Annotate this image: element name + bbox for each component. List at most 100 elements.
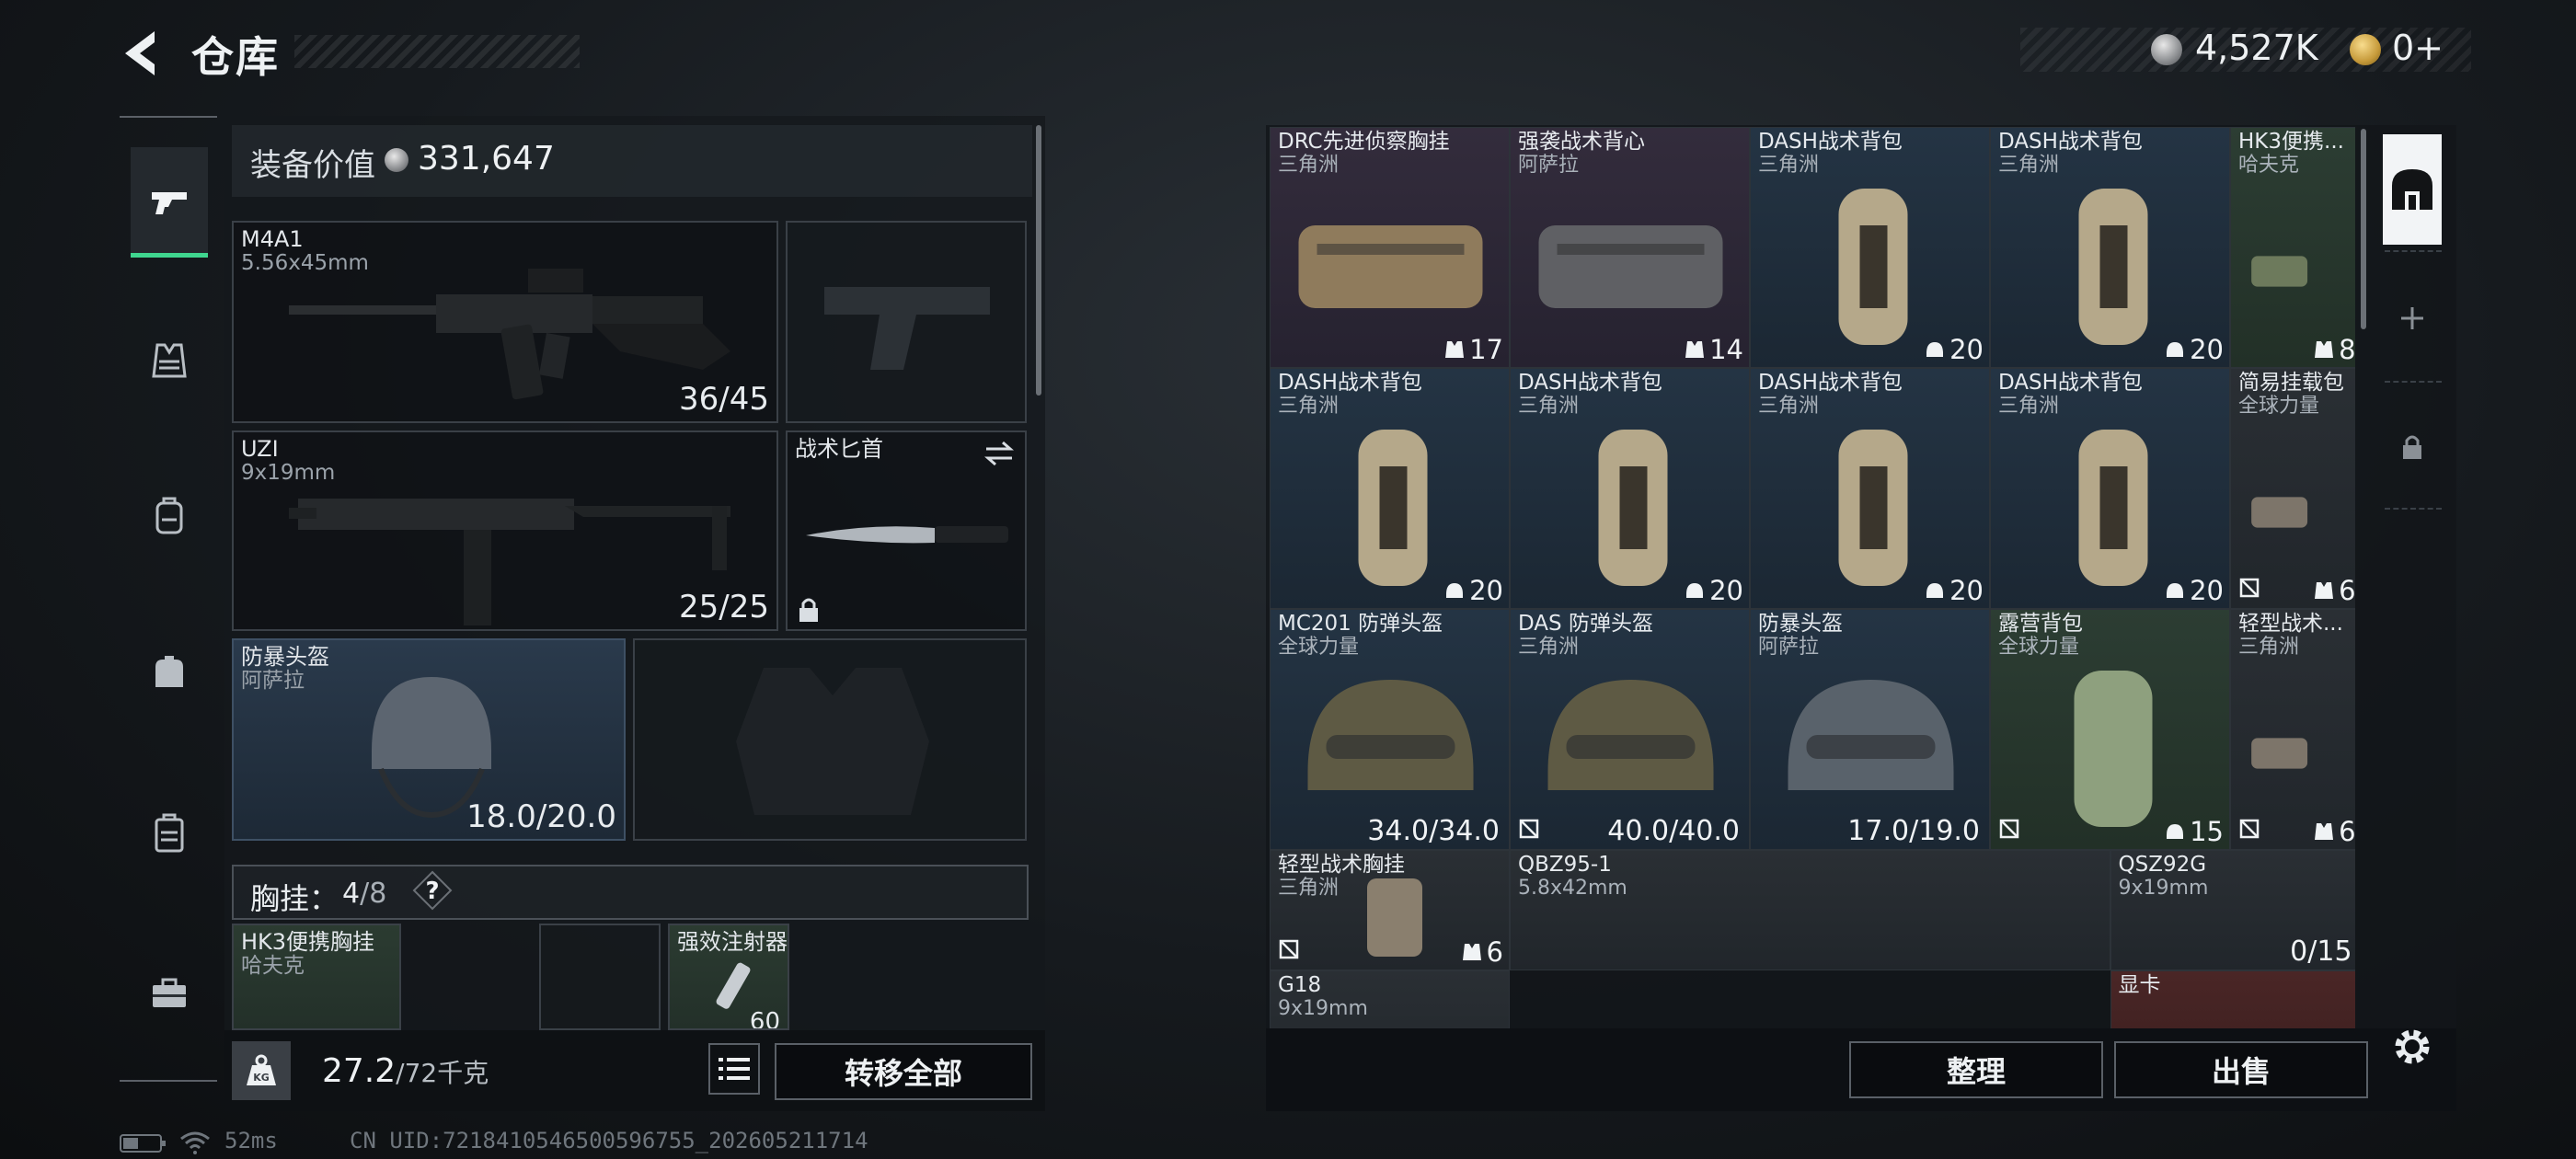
item-capacity: 8: [2313, 334, 2355, 365]
knife-icon: [806, 526, 1008, 544]
gold-coin-icon: [2350, 34, 2381, 65]
stash-item[interactable]: QSZ92G 9x19mm 0/15: [2110, 850, 2355, 970]
stash-item[interactable]: 轻型战术... 三角洲 6: [2230, 609, 2355, 850]
sidearm-slot[interactable]: [786, 221, 1027, 423]
stash-item[interactable]: QBZ95-1 5.8x42mm: [1510, 850, 2110, 970]
stash-item[interactable]: 露营背包 全球力量 15: [1990, 609, 2230, 850]
smg-icon: [289, 499, 730, 625]
rig-item-slot[interactable]: HK3便携胸挂 哈夫克: [232, 924, 401, 1030]
item-brand: 全球力量: [1278, 636, 1360, 659]
body-armor-slot[interactable]: [633, 638, 1027, 841]
silver-coin-icon: [2151, 34, 2182, 65]
back-arrow-icon[interactable]: [120, 28, 166, 79]
item-capacity: 14: [1684, 334, 1743, 365]
help-icon[interactable]: ?: [412, 870, 453, 911]
item-brand: 9x19mm: [1278, 997, 1368, 1020]
capacity-value: 20: [1469, 575, 1503, 606]
stash-item[interactable]: MC201 防弹头盔 全球力量 34.0/34.0: [1270, 609, 1510, 850]
item-brand: 全球力量: [1998, 636, 2080, 659]
vest-icon: [152, 343, 187, 378]
stash-item[interactable]: 轻型战术胸挂 三角洲 6: [1270, 850, 1510, 970]
item-name: HK3便携...: [2238, 130, 2344, 154]
capacity-value: 20: [2190, 334, 2224, 365]
loadout-scrollbar[interactable]: [1036, 125, 1041, 396]
item-capacity: 20: [2164, 575, 2224, 606]
item-durability: 40.0/40.0: [1607, 815, 1740, 847]
backpack-icon: [155, 497, 183, 534]
nav-pouch[interactable]: [131, 618, 208, 729]
item-name: DASH战术背包: [1758, 371, 1903, 395]
stash-item[interactable]: HK3便携... 哈夫克 8: [2230, 127, 2355, 368]
battery-icon: [120, 1134, 166, 1153]
capacity-value: 8: [2339, 334, 2355, 365]
helmet-icon: [2167, 583, 2184, 598]
ping-readout: 52ms: [224, 1128, 278, 1153]
sort-button[interactable]: 整理: [1849, 1041, 2103, 1098]
helmet-slot[interactable]: 防暴头盔 阿萨拉 18.0/20.0: [232, 638, 626, 841]
capacity-value: 20: [2190, 575, 2224, 606]
list-view-button[interactable]: [708, 1043, 760, 1095]
sell-button[interactable]: 出售: [2114, 1041, 2368, 1098]
stash-item[interactable]: DASH战术背包 三角洲 20: [1750, 127, 1990, 368]
item-name: 轻型战术...: [2238, 612, 2343, 636]
item-capacity: 15: [2164, 816, 2224, 847]
chest-rig-count: 4/8: [342, 878, 387, 910]
stash-item[interactable]: 防暴头盔 阿萨拉 17.0/19.0: [1750, 609, 1990, 850]
swap-icon[interactable]: [983, 440, 1016, 467]
capacity-value: 15: [2190, 816, 2224, 847]
nav-weapons[interactable]: [131, 147, 208, 258]
loadout-value: 331,647: [418, 140, 555, 178]
lock-icon: [2403, 435, 2421, 459]
nav-toolbox[interactable]: [131, 938, 208, 1049]
locked-stash-tab[interactable]: [2383, 392, 2442, 502]
rig-item-value: 60: [749, 1008, 780, 1030]
item-brand: 全球力量: [2238, 395, 2320, 418]
capacity-value: 20: [1949, 575, 1984, 606]
no-insurance-icon: [1998, 818, 2020, 843]
rig-item-slot[interactable]: 强效注射器 60: [668, 924, 789, 1030]
secondary-weapon-slot[interactable]: UZI 9x19mm 25/25: [232, 430, 778, 631]
stash-item[interactable]: 显卡: [2110, 970, 2355, 1028]
gear-icon[interactable]: [2388, 1023, 2436, 1071]
vest-icon: [1445, 341, 1465, 358]
capacity-value: 6: [2339, 575, 2355, 606]
no-insurance-icon: [2238, 577, 2260, 602]
vest-icon: [1462, 944, 1481, 960]
weight-icon: KG: [232, 1041, 291, 1100]
nav-backpack[interactable]: [131, 460, 208, 570]
vest-icon: [2315, 582, 2334, 599]
lock-icon: [799, 598, 818, 622]
pistol-silhouette-icon: [824, 287, 990, 370]
nav-armor[interactable]: [131, 305, 208, 416]
rig-empty-slot[interactable]: [539, 924, 661, 1030]
helmet-icon: [1446, 583, 1464, 598]
item-brand: 三角洲: [1278, 395, 1340, 418]
transfer-all-button[interactable]: 转移全部: [775, 1043, 1032, 1100]
gold-balance[interactable]: 0+: [2392, 28, 2444, 68]
toolbox-icon: [153, 978, 186, 1007]
helmet-icon: [1686, 583, 1704, 598]
stash-item[interactable]: DASH战术背包 三角洲 20: [1510, 368, 1750, 609]
stash-item[interactable]: DASH战术背包 三角洲 20: [1270, 368, 1510, 609]
weapon-name: M4A1: [241, 226, 304, 252]
stash-item[interactable]: DASH战术背包 三角洲 20: [1990, 127, 2230, 368]
stash-item[interactable]: G18 9x19mm: [1270, 970, 1510, 1028]
stash-item[interactable]: DASH战术背包 三角洲 20: [1990, 368, 2230, 609]
primary-weapon-slot[interactable]: M4A1 5.56x45mm 36/45: [232, 221, 778, 423]
stash-item[interactable]: DASH战术背包 三角洲 20: [1750, 368, 1990, 609]
side-divider: [2385, 508, 2442, 510]
side-divider: [2385, 381, 2442, 383]
nav-container[interactable]: [131, 778, 208, 889]
stash-item[interactable]: DAS 防弹头盔 三角洲 40.0/40.0: [1510, 609, 1750, 850]
stash-item[interactable]: 简易挂载包 全球力量 6: [2230, 368, 2355, 609]
stash-tab[interactable]: [2383, 134, 2442, 245]
stash-scrollbar[interactable]: [2361, 129, 2366, 329]
capacity-value: 6: [2339, 816, 2355, 847]
add-stash-tab[interactable]: [2383, 263, 2442, 373]
item-name: G18: [1278, 973, 1322, 997]
stash-item[interactable]: 强袭战术背心 阿萨拉 14: [1510, 127, 1750, 368]
item-brand: 三角洲: [1278, 877, 1340, 900]
stash-grid: DRC先进侦察胸挂 三角洲 17 强袭战术背心 阿萨拉 14 DASH战术背包 三角洲 20 DA…: [1270, 127, 2355, 1028]
melee-slot[interactable]: 战术匕首: [786, 430, 1027, 631]
stash-item[interactable]: DRC先进侦察胸挂 三角洲 17: [1270, 127, 1510, 368]
